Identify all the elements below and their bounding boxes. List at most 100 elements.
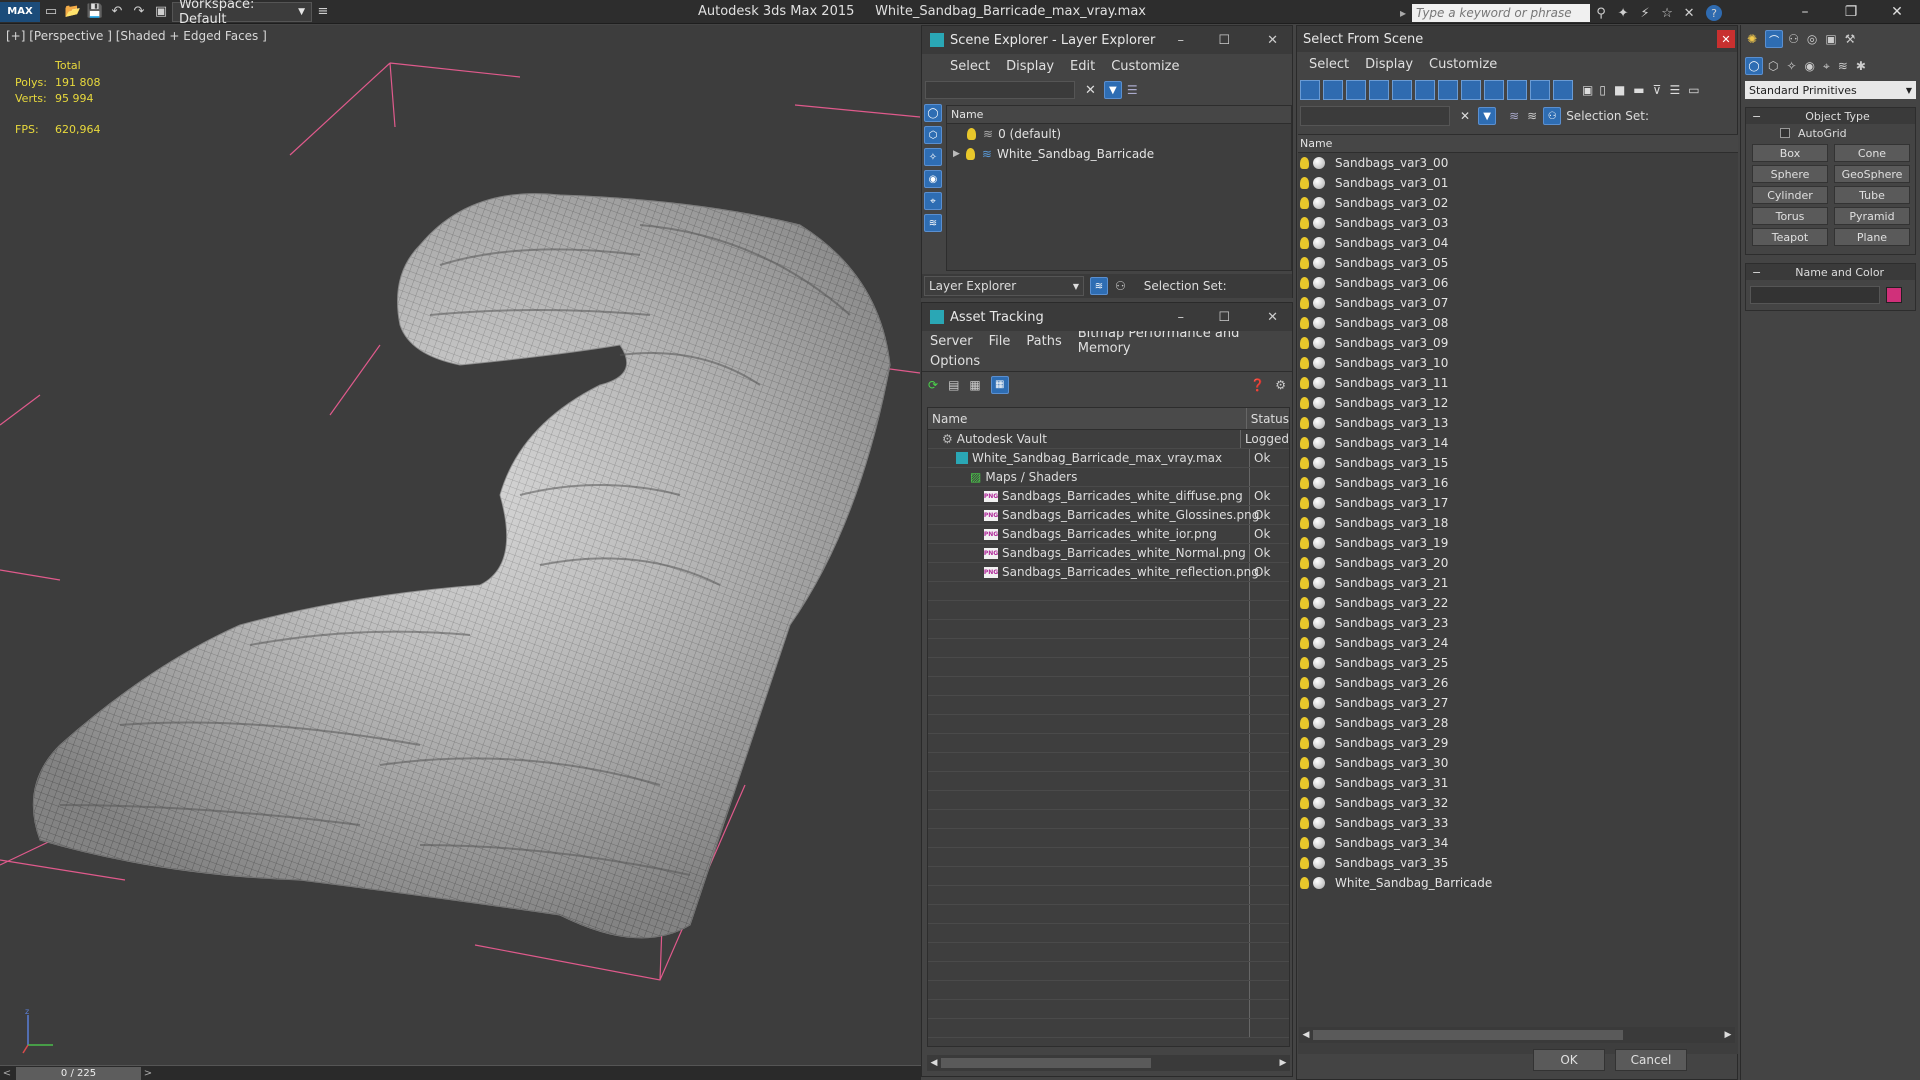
menu-server[interactable]: Server bbox=[930, 334, 973, 349]
display-shapes-icon[interactable]: ⬡ bbox=[924, 126, 942, 144]
cameras-icon[interactable]: ◉ bbox=[1805, 59, 1815, 73]
maximize-icon[interactable]: ☐ bbox=[1218, 310, 1230, 325]
scene-object-item[interactable]: Sandbags_var3_31 bbox=[1298, 773, 1738, 793]
layer-options-icon[interactable]: ☰ bbox=[1127, 83, 1138, 97]
light-bulb-icon[interactable] bbox=[965, 148, 975, 160]
primitive-teapot-button[interactable]: Teapot bbox=[1752, 228, 1828, 246]
primitive-type-dropdown[interactable]: Standard Primitives ▼ bbox=[1745, 81, 1916, 99]
light-bulb-icon[interactable] bbox=[1300, 397, 1309, 409]
scene-object-item[interactable]: Sandbags_var3_29 bbox=[1298, 733, 1738, 753]
funnel-icon[interactable]: ⊽ bbox=[1653, 83, 1662, 97]
undo-icon[interactable]: ↶ bbox=[106, 2, 128, 22]
light-bulb-icon[interactable] bbox=[1300, 477, 1309, 489]
binoculars-icon[interactable]: ⚲ bbox=[1590, 3, 1612, 23]
hierarchy-tab-icon[interactable]: ⚇ bbox=[1788, 32, 1799, 46]
light-bulb-icon[interactable] bbox=[1300, 337, 1309, 349]
display-lights-icon[interactable]: ✧ bbox=[924, 148, 942, 166]
light-bulb-icon[interactable] bbox=[1300, 777, 1309, 789]
light-bulb-icon[interactable] bbox=[1300, 857, 1309, 869]
asset-row[interactable]: PNG Sandbags_Barricades_white_diffuse.png… bbox=[928, 487, 1289, 506]
display-cameras-icon[interactable]: ◉ bbox=[924, 170, 942, 188]
minimize-window-icon[interactable]: – bbox=[1782, 0, 1828, 24]
scene-object-item[interactable]: Sandbags_var3_07 bbox=[1298, 293, 1738, 313]
light-bulb-icon[interactable] bbox=[1300, 357, 1309, 369]
scrollbar-thumb[interactable] bbox=[1313, 1030, 1623, 1040]
object-list-horizontal-scrollbar[interactable]: ◀ ▶ bbox=[1299, 1027, 1735, 1043]
asset-row[interactable]: PNG Sandbags_Barricades_white_Glossines.p… bbox=[928, 506, 1289, 525]
time-slider[interactable]: < 0 / 225 > bbox=[0, 1065, 921, 1080]
selection-set-stack-icon[interactable]: ≋ bbox=[1527, 109, 1537, 123]
scene-object-item[interactable]: Sandbags_var3_16 bbox=[1298, 473, 1738, 493]
signin-icon[interactable]: ⚡ bbox=[1634, 3, 1656, 23]
display-spacewarps-icon[interactable]: ≋ bbox=[924, 214, 942, 232]
light-bulb-icon[interactable] bbox=[1300, 237, 1309, 249]
scene-object-item[interactable]: Sandbags_var3_03 bbox=[1298, 213, 1738, 233]
filter-bones-icon[interactable] bbox=[1484, 80, 1504, 100]
motion-tab-icon[interactable]: ◎ bbox=[1807, 32, 1817, 46]
menu-paths[interactable]: Paths bbox=[1026, 334, 1061, 349]
filter-shapes-icon[interactable] bbox=[1323, 80, 1343, 100]
filter-frozen-icon[interactable] bbox=[1530, 80, 1550, 100]
scene-object-item[interactable]: Sandbags_var3_22 bbox=[1298, 593, 1738, 613]
light-bulb-icon[interactable] bbox=[1300, 577, 1309, 589]
light-bulb-icon[interactable] bbox=[1300, 517, 1309, 529]
primitive-box-button[interactable]: Box bbox=[1752, 144, 1828, 162]
utilities-tab-icon[interactable]: ⚒ bbox=[1845, 32, 1856, 46]
perspective-viewport[interactable]: [+] [Perspective ] [Shaded + Edged Faces… bbox=[0, 25, 921, 1065]
light-bulb-icon[interactable] bbox=[1300, 617, 1309, 629]
layer-row-barricade[interactable]: ▶ ≋ White_Sandbag_Barricade bbox=[947, 144, 1291, 164]
column-name-header[interactable]: Name bbox=[928, 408, 1247, 429]
sort-icon[interactable]: ☰ bbox=[1669, 83, 1680, 97]
scene-object-item[interactable]: Sandbags_var3_24 bbox=[1298, 633, 1738, 653]
light-bulb-icon[interactable] bbox=[1300, 657, 1309, 669]
scene-object-item[interactable]: Sandbags_var3_21 bbox=[1298, 573, 1738, 593]
autogrid-checkbox[interactable] bbox=[1780, 128, 1790, 138]
asset-row[interactable]: ▨ Maps / Shaders bbox=[928, 468, 1289, 487]
light-bulb-icon[interactable] bbox=[1300, 697, 1309, 709]
object-color-swatch[interactable] bbox=[1886, 287, 1902, 303]
lights-icon[interactable]: ✧ bbox=[1786, 59, 1796, 73]
filter-icon[interactable]: ▼ bbox=[1478, 107, 1497, 125]
scene-object-item[interactable]: Sandbags_var3_28 bbox=[1298, 713, 1738, 733]
save-file-icon[interactable]: 💾 bbox=[84, 2, 106, 22]
scene-object-item[interactable]: Sandbags_var3_02 bbox=[1298, 193, 1738, 213]
light-bulb-icon[interactable] bbox=[1300, 377, 1309, 389]
scene-object-item[interactable]: Sandbags_var3_35 bbox=[1298, 853, 1738, 873]
cancel-button[interactable]: Cancel bbox=[1615, 1049, 1687, 1071]
primitive-tube-button[interactable]: Tube bbox=[1834, 186, 1910, 204]
close-window-icon[interactable]: ✕ bbox=[1874, 0, 1920, 24]
scene-object-item[interactable]: Sandbags_var3_14 bbox=[1298, 433, 1738, 453]
helpers-icon[interactable]: ⌖ bbox=[1823, 59, 1830, 74]
light-bulb-icon[interactable] bbox=[1300, 637, 1309, 649]
select-from-scene-titlebar[interactable]: Select From Scene ✕ bbox=[1297, 26, 1737, 52]
menu-display[interactable]: Display bbox=[1006, 59, 1054, 74]
scene-explorer-titlebar[interactable]: Scene Explorer - Layer Explorer – ☐ ✕ bbox=[922, 26, 1292, 54]
light-bulb-icon[interactable] bbox=[1300, 157, 1309, 169]
light-bulb-icon[interactable] bbox=[1300, 877, 1309, 889]
scene-object-item[interactable]: Sandbags_var3_30 bbox=[1298, 753, 1738, 773]
explorer-type-dropdown[interactable]: Layer Explorer ▼ bbox=[924, 276, 1084, 296]
scene-object-item[interactable]: Sandbags_var3_19 bbox=[1298, 533, 1738, 553]
scene-object-item[interactable]: Sandbags_var3_20 bbox=[1298, 553, 1738, 573]
close-icon[interactable]: ✕ bbox=[1267, 33, 1278, 48]
primitive-cone-button[interactable]: Cone bbox=[1834, 144, 1910, 162]
filter-groups-icon[interactable] bbox=[1438, 80, 1458, 100]
asset-row[interactable]: White_Sandbag_Barricade_max_vray.max Ok bbox=[928, 449, 1289, 468]
menu-customize[interactable]: Customize bbox=[1111, 59, 1179, 74]
scene-object-item[interactable]: Sandbags_var3_25 bbox=[1298, 653, 1738, 673]
restore-window-icon[interactable]: ❐ bbox=[1828, 0, 1874, 24]
menu-select[interactable]: Select bbox=[950, 59, 990, 74]
spacewarps-icon[interactable]: ≋ bbox=[1838, 59, 1848, 73]
light-bulb-icon[interactable] bbox=[967, 128, 976, 140]
collapse-icon[interactable]: ▭ bbox=[1688, 83, 1699, 97]
object-name-input[interactable] bbox=[1750, 286, 1880, 304]
scene-object-item[interactable]: Sandbags_var3_27 bbox=[1298, 693, 1738, 713]
settings-icon[interactable]: ⚙ bbox=[1275, 378, 1286, 392]
clear-search-icon[interactable]: ✕ bbox=[1085, 83, 1096, 98]
select-invert-icon[interactable]: ▬ bbox=[1633, 83, 1644, 97]
filter-hidden-icon[interactable] bbox=[1553, 80, 1573, 100]
ok-button[interactable]: OK bbox=[1533, 1049, 1605, 1071]
scene-object-item[interactable]: Sandbags_var3_32 bbox=[1298, 793, 1738, 813]
scene-object-item[interactable]: Sandbags_var3_10 bbox=[1298, 353, 1738, 373]
scene-object-item[interactable]: Sandbags_var3_13 bbox=[1298, 413, 1738, 433]
